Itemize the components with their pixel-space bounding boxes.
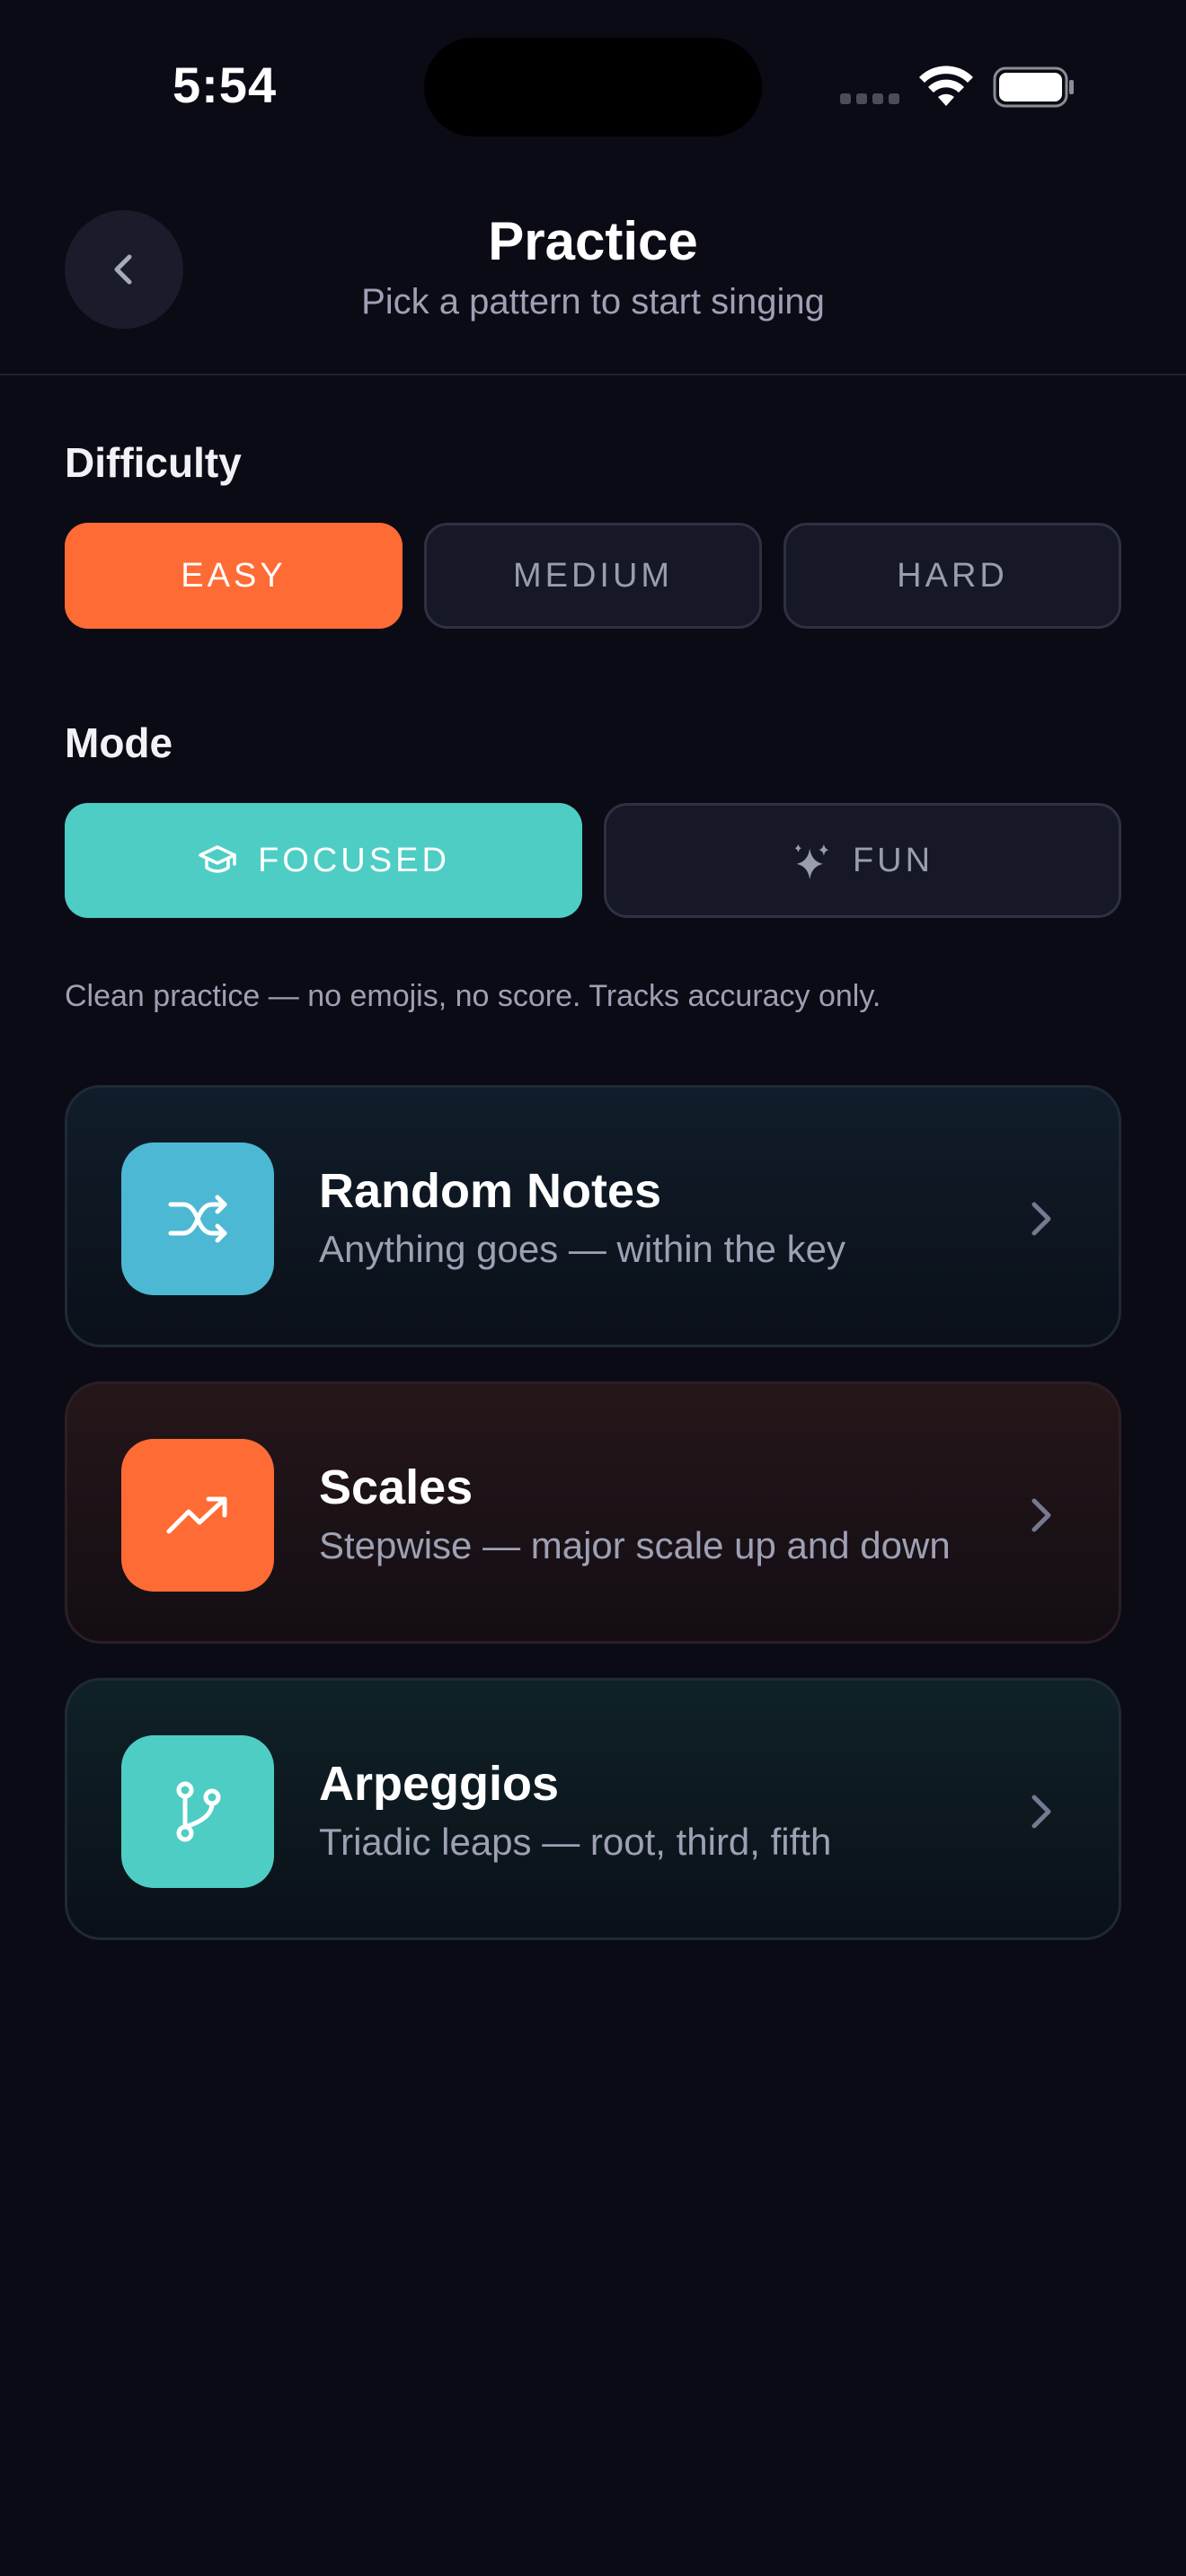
cellular-signal-icon: [840, 93, 903, 106]
difficulty-medium-button[interactable]: MEDIUM: [424, 523, 762, 629]
mode-focused-button[interactable]: FOCUSED: [65, 803, 582, 918]
mode-fun-button[interactable]: FUN: [604, 803, 1121, 918]
status-time: 5:54: [173, 57, 278, 113]
mode-label: Mode: [65, 719, 173, 766]
pattern-subtitle: Triadic leaps — root, third, fifth: [319, 1821, 832, 1863]
wifi-icon: [919, 66, 973, 106]
difficulty-hard-button[interactable]: HARD: [783, 523, 1121, 629]
chevron-right-icon: [1031, 1795, 1051, 1829]
difficulty-label: Difficulty: [65, 439, 242, 486]
mode-fun-label: FUN: [852, 841, 934, 879]
page-subtitle: Pick a pattern to start singing: [361, 282, 825, 322]
pattern-card-arpeggios[interactable]: Arpeggios Triadic leaps — root, third, f…: [65, 1678, 1121, 1940]
chevron-right-icon: [1031, 1498, 1051, 1532]
sparkles-icon: [792, 840, 833, 881]
mode-description: Clean practice — no emojis, no score. Tr…: [65, 979, 881, 1013]
git-branch-icon: [121, 1735, 274, 1888]
dynamic-island: [424, 38, 762, 137]
pattern-title: Random Notes: [319, 1164, 662, 1218]
difficulty-easy-button[interactable]: EASY: [65, 523, 403, 629]
chevron-right-icon: [1031, 1202, 1051, 1236]
page-title: Practice: [488, 211, 698, 271]
trending-up-icon: [121, 1439, 274, 1592]
page-header: Practice Pick a pattern to start singing: [0, 171, 1186, 375]
battery-icon: [993, 66, 1074, 108]
pattern-title: Scales: [319, 1460, 474, 1514]
shuffle-icon: [121, 1142, 274, 1295]
pattern-card-random-notes[interactable]: Random Notes Anything goes — within the …: [65, 1085, 1121, 1347]
difficulty-medium-label: MEDIUM: [512, 556, 674, 595]
status-bar: 5:54: [0, 0, 1186, 171]
difficulty-hard-label: HARD: [897, 556, 1008, 595]
pattern-subtitle: Stepwise — major scale up and down: [319, 1524, 951, 1566]
mode-focused-label: FOCUSED: [258, 841, 450, 879]
difficulty-easy-label: EASY: [181, 556, 287, 595]
pattern-card-scales[interactable]: Scales Stepwise — major scale up and dow…: [65, 1381, 1121, 1644]
pattern-title: Arpeggios: [319, 1757, 560, 1811]
graduation-cap-icon: [197, 840, 238, 881]
pattern-subtitle: Anything goes — within the key: [319, 1228, 845, 1270]
